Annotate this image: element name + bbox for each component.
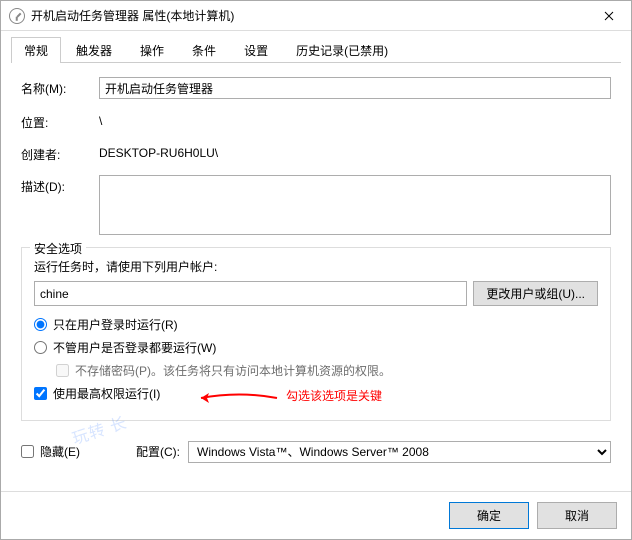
location-value: \ — [99, 111, 102, 128]
security-legend: 安全选项 — [30, 240, 86, 257]
radio-any-row[interactable]: 不管用户是否登录都要运行(W) — [34, 339, 598, 356]
tab-triggers[interactable]: 触发器 — [63, 37, 125, 63]
arrow-icon — [189, 389, 279, 407]
close-button[interactable] — [586, 1, 631, 30]
hidden-row[interactable]: 隐藏(E) — [21, 443, 80, 460]
account-input[interactable] — [34, 281, 467, 306]
tab-settings[interactable]: 设置 — [231, 37, 281, 63]
clock-icon — [9, 8, 25, 24]
tab-general[interactable]: 常规 — [11, 37, 61, 63]
description-label: 描述(D): — [21, 175, 99, 195]
account-hint: 运行任务时，请使用下列用户帐户: — [34, 258, 598, 275]
radio-logged-on-label: 只在用户登录时运行(R) — [53, 316, 178, 333]
highest-priv-checkbox[interactable] — [34, 387, 47, 400]
creator-label: 创建者: — [21, 143, 99, 163]
content-pane: 名称(M): 位置: \ 创建者: DESKTOP-RU6H0LU\ 描述(D)… — [1, 63, 631, 491]
hidden-label: 隐藏(E) — [40, 443, 80, 460]
tab-history[interactable]: 历史记录(已禁用) — [283, 37, 401, 63]
titlebar: 开机启动任务管理器 属性(本地计算机) — [1, 1, 631, 31]
no-store-pwd-row: 不存储密码(P)。该任务将只有访问本地计算机资源的权限。 — [56, 362, 598, 379]
radio-any[interactable] — [34, 341, 47, 354]
config-label: 配置(C): — [136, 443, 180, 460]
annotation-text: 勾选该选项是关键 — [286, 387, 382, 404]
security-options-group: 安全选项 运行任务时，请使用下列用户帐户: 更改用户或组(U)... 只在用户登… — [21, 247, 611, 421]
window-title: 开机启动任务管理器 属性(本地计算机) — [31, 7, 586, 24]
tab-actions[interactable]: 操作 — [127, 37, 177, 63]
name-input[interactable] — [99, 77, 611, 99]
highest-priv-label: 使用最高权限运行(I) — [53, 385, 160, 402]
config-select[interactable]: Windows Vista™、Windows Server™ 2008 — [188, 441, 611, 463]
cancel-button[interactable]: 取消 — [537, 502, 617, 529]
tab-bar: 常规 触发器 操作 条件 设置 历史记录(已禁用) — [1, 31, 631, 63]
location-label: 位置: — [21, 111, 99, 131]
hidden-checkbox[interactable] — [21, 445, 34, 458]
no-store-pwd-checkbox — [56, 364, 69, 377]
tab-conditions[interactable]: 条件 — [179, 37, 229, 63]
properties-dialog: 开机启动任务管理器 属性(本地计算机) 常规 触发器 操作 条件 设置 历史记录… — [0, 0, 632, 540]
highest-priv-row[interactable]: 使用最高权限运行(I) 勾选该选项是关键 — [34, 385, 598, 402]
dialog-footer: 确定 取消 — [1, 491, 631, 539]
radio-any-label: 不管用户是否登录都要运行(W) — [53, 339, 216, 356]
close-icon — [604, 11, 614, 21]
no-store-pwd-label: 不存储密码(P)。该任务将只有访问本地计算机资源的权限。 — [75, 362, 391, 379]
ok-button[interactable]: 确定 — [449, 502, 529, 529]
creator-value: DESKTOP-RU6H0LU\ — [99, 143, 218, 160]
name-label: 名称(M): — [21, 77, 99, 97]
radio-logged-on[interactable] — [34, 318, 47, 331]
radio-logged-on-row[interactable]: 只在用户登录时运行(R) — [34, 316, 598, 333]
change-user-button[interactable]: 更改用户或组(U)... — [473, 281, 598, 306]
description-input[interactable] — [99, 175, 611, 235]
